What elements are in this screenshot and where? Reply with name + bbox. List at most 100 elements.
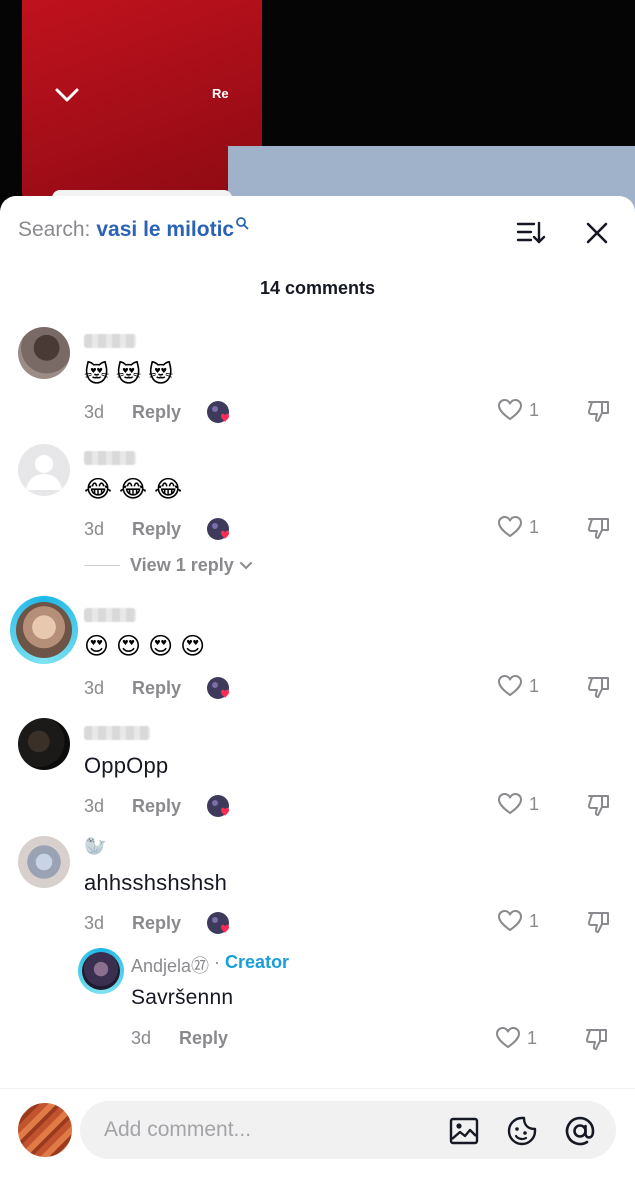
like-count: 1 <box>529 399 540 420</box>
emoji: 😍 <box>116 633 142 660</box>
like-count: 1 <box>527 1027 538 1048</box>
dislike-icon[interactable] <box>586 515 612 541</box>
heart-icon <box>498 910 522 931</box>
like-count: 1 <box>529 675 540 696</box>
emoji: 😍 <box>84 633 110 660</box>
comment-time: 3d <box>84 401 105 422</box>
like-count: 1 <box>529 910 540 931</box>
emoji: 😂 <box>119 476 148 503</box>
like-count: 1 <box>529 516 540 537</box>
avatar-photo <box>16 602 72 658</box>
emoji: 😻 <box>148 361 174 388</box>
like-button[interactable]: 1 <box>495 1026 537 1050</box>
heart-icon <box>496 1027 520 1048</box>
comment-meta: 3d Reply <box>84 676 230 700</box>
comment-meta: 3d Reply <box>84 517 230 541</box>
screen: Re Search: vasi le milotic 14 comments 😻 <box>0 0 635 1200</box>
comment-body: 😍 😍 😍 😍 <box>84 632 205 661</box>
emoji: 😂 <box>154 476 183 503</box>
divider-line <box>84 565 120 566</box>
dislike-icon[interactable] <box>586 398 612 424</box>
creator-badge: Creator <box>225 952 290 972</box>
comment-meta: 3d Reply <box>84 794 230 818</box>
comment-time: 3d <box>84 677 105 698</box>
comment-input-bar <box>0 1088 635 1200</box>
reply-button[interactable]: Reply <box>132 519 206 540</box>
emoji: 😻 <box>84 361 110 388</box>
like-button[interactable]: 1 <box>497 792 539 816</box>
comment-body: ahhsshshshsh <box>84 870 228 895</box>
username-emoji[interactable]: 🦭 <box>84 836 106 857</box>
comment-meta: 3d Reply <box>84 400 230 424</box>
add-comment-input[interactable] <box>104 1101 434 1159</box>
mention-icon[interactable] <box>564 1115 596 1147</box>
dislike-icon[interactable] <box>584 1026 610 1052</box>
creator-avatar[interactable] <box>78 948 124 994</box>
emoji: 😍 <box>148 633 174 660</box>
creator-liked-icon <box>206 911 230 935</box>
chevron-down-icon <box>239 561 252 569</box>
sort-icon[interactable] <box>516 220 546 246</box>
username-blurred[interactable] <box>84 726 150 740</box>
heart-icon <box>498 793 522 814</box>
avatar[interactable] <box>18 718 70 770</box>
comment-time: 3d <box>84 795 105 816</box>
username-blurred[interactable] <box>84 451 136 465</box>
reply-body: Savršennn <box>131 986 234 1009</box>
avatar[interactable] <box>18 327 70 379</box>
reply-time: 3d <box>131 1028 152 1048</box>
like-count: 1 <box>529 793 540 814</box>
creator-liked-icon <box>206 676 230 700</box>
emoji: 😻 <box>116 361 142 388</box>
search-suggestion[interactable]: Search: vasi le milotic <box>18 217 249 242</box>
like-button[interactable]: 1 <box>497 515 539 539</box>
default-avatar-icon <box>26 455 62 490</box>
comment-body: OppOpp <box>84 753 169 778</box>
reply-button[interactable]: Reply <box>179 1028 253 1049</box>
image-icon[interactable] <box>448 1115 480 1147</box>
reply-button[interactable]: Reply <box>132 913 206 934</box>
chevron-down-icon[interactable] <box>54 84 80 106</box>
dislike-icon[interactable] <box>586 909 612 935</box>
heart-icon <box>498 399 522 420</box>
reply-author[interactable]: Andjela㉗ <box>131 952 209 978</box>
avatar[interactable] <box>18 444 70 496</box>
comment-count: 14 comments <box>259 278 376 298</box>
view-replies-label: View 1 reply <box>130 555 234 575</box>
separator-dot: · <box>214 952 221 972</box>
emoji: 😂 <box>84 476 113 503</box>
comment-meta: 3d Reply <box>84 911 230 935</box>
comment-time: 3d <box>84 518 105 539</box>
view-replies-button[interactable]: View 1 reply <box>84 555 254 576</box>
search-icon <box>236 217 249 230</box>
creator-liked-icon <box>206 794 230 818</box>
reply-author-row: Andjela㉗ · Creator <box>131 952 289 978</box>
close-icon[interactable] <box>584 220 610 246</box>
like-button[interactable]: 1 <box>497 398 539 422</box>
comment-body: 😻 😻 😻 <box>84 360 173 389</box>
comment-body: 😂 😂 😂 <box>84 475 182 504</box>
avatar[interactable] <box>10 596 78 664</box>
comments-sheet: Search: vasi le milotic 14 comments 😻 😻 … <box>0 196 635 1200</box>
comment-input-pill[interactable] <box>80 1101 616 1159</box>
video-background[interactable]: Re <box>0 0 635 226</box>
search-label: Search: <box>18 218 91 241</box>
search-term-link[interactable]: vasi le milotic <box>96 218 234 242</box>
reply-button[interactable]: Reply <box>132 402 206 423</box>
my-avatar[interactable] <box>18 1103 72 1157</box>
like-button[interactable]: 1 <box>497 674 539 698</box>
creator-liked-icon <box>206 400 230 424</box>
video-overlay-text: Re <box>212 86 229 101</box>
username-blurred[interactable] <box>84 334 136 348</box>
heart-icon <box>498 675 522 696</box>
avatar[interactable] <box>18 836 70 888</box>
dislike-icon[interactable] <box>586 792 612 818</box>
dislike-icon[interactable] <box>586 674 612 700</box>
username-blurred[interactable] <box>84 608 136 622</box>
reply-meta: 3d Reply <box>131 1028 253 1049</box>
sticker-icon[interactable] <box>506 1115 538 1147</box>
reply-button[interactable]: Reply <box>132 796 206 817</box>
like-button[interactable]: 1 <box>497 909 539 933</box>
reply-button[interactable]: Reply <box>132 678 206 699</box>
avatar-photo <box>82 952 120 990</box>
